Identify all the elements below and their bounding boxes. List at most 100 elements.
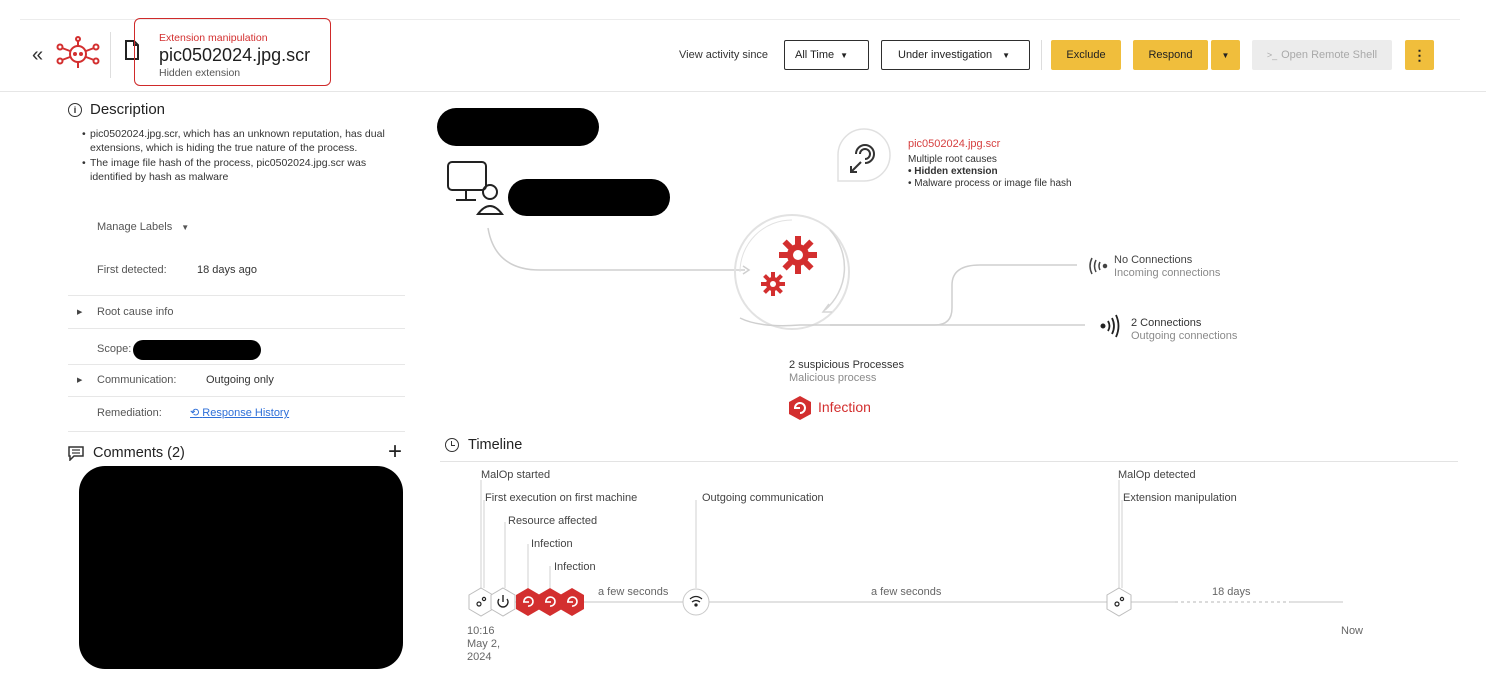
history-icon: ⟲ [190, 407, 200, 419]
time-filter-dropdown[interactable]: All Time ▼ [784, 40, 869, 70]
view-activity-label: View activity since [679, 49, 769, 61]
root-cause-summary: Multiple root causes [908, 154, 997, 165]
gears-icon [761, 236, 817, 296]
timeline-marker-infection[interactable] [538, 588, 562, 616]
timeline-heading: Timeline [445, 437, 522, 453]
timeline-marker-malop-started[interactable] [468, 587, 494, 617]
connector-line [487, 227, 745, 271]
outgoing-connections-title[interactable]: 2 Connections [1131, 317, 1201, 329]
timeline-duration: a few seconds [871, 586, 942, 598]
malop-subtitle: Hidden extension [159, 67, 241, 79]
header-divider [1041, 40, 1042, 70]
divider [68, 364, 405, 365]
timeline-start-date: May 2, [467, 638, 501, 650]
description-list: pic0502024.jpg.scr, which has an unknown… [82, 127, 400, 185]
timeline-event-label: MalOp started [481, 469, 551, 481]
root-cause-badge [837, 128, 891, 182]
description-heading: i Description [68, 101, 165, 118]
timeline-start-year: 2024 [467, 651, 492, 663]
manage-labels-dropdown[interactable]: Manage Labels ▼ [97, 221, 189, 233]
chevron-down-icon: ▼ [181, 223, 190, 232]
scope-label: Scope: [97, 343, 132, 355]
root-cause-bullet: • Hidden extension [908, 166, 998, 177]
info-icon: i [68, 102, 82, 117]
header-divider [110, 32, 111, 78]
expand-communication-icon[interactable]: ▶ [77, 376, 82, 384]
infection-label[interactable]: Infection [818, 399, 871, 415]
divider [68, 295, 405, 296]
terminal-icon: >_ [1266, 50, 1278, 60]
divider [68, 328, 405, 329]
root-cause-bullet-text: Hidden extension [914, 166, 998, 177]
timeline-marker-resource-affected[interactable] [516, 588, 540, 616]
status-value: Under investigation [898, 49, 993, 61]
clock-icon [445, 438, 459, 452]
user-computer-icon [447, 161, 505, 215]
timeline-start-time: 10:16 [467, 625, 495, 637]
timeline-event-label: Infection [554, 561, 596, 573]
timeline-event-label: First execution on first machine [485, 492, 638, 504]
respond-menu-button[interactable]: ▼ [1211, 40, 1240, 70]
timeline-event-label: Extension manipulation [1123, 492, 1237, 504]
divider [68, 431, 405, 432]
process-ring-inner [739, 219, 793, 273]
communication-label[interactable]: Communication: [97, 374, 176, 386]
description-item: The image file hash of the process, pic0… [82, 156, 400, 184]
status-dropdown[interactable]: Under investigation ▼ [881, 40, 1030, 70]
remediation-label: Remediation: [97, 407, 162, 419]
add-comment-button[interactable]: + [388, 438, 402, 466]
incoming-signal-icon [1089, 257, 1108, 275]
root-cause-file[interactable]: pic0502024.jpg.scr [908, 138, 1000, 150]
incoming-connector [739, 264, 1077, 327]
comments-title: Comments (2) [93, 445, 185, 461]
timeline-marker-infection[interactable] [560, 588, 584, 616]
timeline-event-label: MalOp detected [1118, 469, 1196, 481]
description-title: Description [90, 101, 166, 118]
redacted-comments [79, 466, 403, 669]
exclude-button[interactable]: Exclude [1051, 40, 1121, 70]
chevron-down-icon: ▼ [1002, 50, 1011, 60]
incoming-connections-title[interactable]: No Connections [1114, 254, 1192, 266]
root-cause-bullet: • Malware process or image file hash [908, 178, 1072, 189]
timeline-marker-outgoing-communication[interactable] [682, 588, 710, 616]
outgoing-connections-sub: Outgoing connections [1131, 330, 1238, 342]
remote-shell-label: Open Remote Shell [1281, 49, 1378, 61]
response-history-link[interactable]: ⟲ Response History [190, 406, 289, 419]
malop-header: « Extension manipulation pic0502024.jpg.… [0, 18, 1486, 92]
suspicious-processes-sub: Malicious process [789, 372, 877, 384]
root-cause-toggle[interactable]: Root cause info [97, 306, 173, 318]
malop-type-label: Extension manipulation [159, 32, 268, 44]
root-cause-bullet-text: Malware process or image file hash [914, 178, 1072, 189]
suspicious-processes-title[interactable]: 2 suspicious Processes [789, 359, 904, 371]
response-history-text: Response History [202, 407, 290, 419]
chevron-down-icon: ▼ [1221, 50, 1230, 60]
timeline-marker-first-execution[interactable] [490, 587, 516, 617]
redacted-scope [133, 340, 261, 360]
more-options-button[interactable]: ⋮ [1405, 40, 1434, 70]
malop-network-icon [56, 36, 100, 68]
timeline-event-label: Infection [531, 538, 573, 550]
timeline-event-label: Outgoing communication [702, 492, 824, 504]
timeline-title: Timeline [468, 437, 523, 453]
outgoing-signal-icon [1100, 314, 1120, 338]
open-remote-shell-button[interactable]: >_ Open Remote Shell [1252, 40, 1392, 70]
comments-heading: Comments (2) [68, 445, 185, 461]
infection-icon [789, 396, 811, 420]
description-item: pic0502024.jpg.scr, which has an unknown… [82, 127, 400, 155]
manage-labels-text: Manage Labels [97, 221, 173, 233]
expand-root-cause-icon[interactable]: ▶ [77, 308, 82, 316]
timeline-marker-malop-detected[interactable] [1106, 587, 1132, 617]
respond-button[interactable]: Respond [1133, 40, 1208, 70]
first-detected-label: First detected: [97, 264, 167, 276]
attack-graph [447, 128, 1120, 420]
collapse-panel-button[interactable]: « [32, 44, 43, 67]
first-detected-value: 18 days ago [197, 264, 257, 276]
chevron-down-icon: ▼ [840, 50, 849, 60]
timeline-event-label: Resource affected [508, 515, 598, 527]
comment-icon [68, 445, 84, 461]
divider [440, 461, 1458, 462]
malop-title-box: Extension manipulation pic0502024.jpg.sc… [134, 18, 331, 86]
time-filter-value: All Time [795, 49, 835, 61]
divider [68, 396, 405, 397]
timeline-end-label: Now [1341, 625, 1364, 637]
